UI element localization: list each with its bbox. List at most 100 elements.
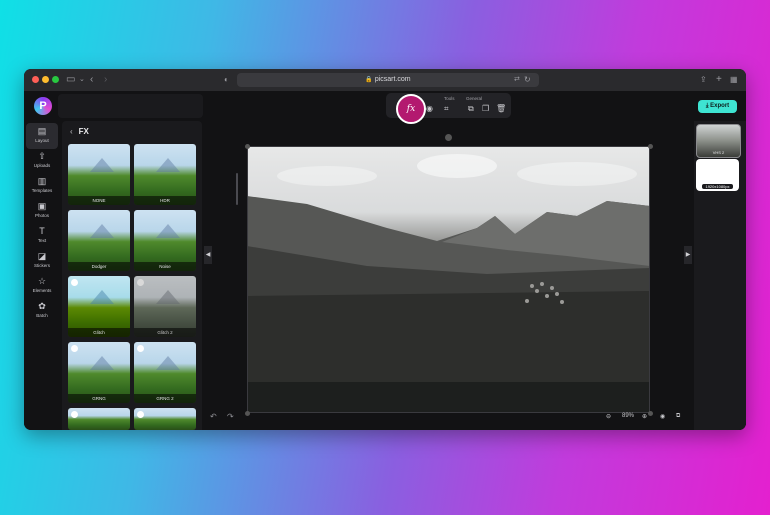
templates-icon: ▥ bbox=[37, 176, 47, 186]
editor-app: P ▤ Layout ⇧ Uploads ▥ Templates ▣ Photo… bbox=[24, 91, 746, 430]
sidebar-item-label: Text bbox=[37, 238, 47, 243]
sidebar-item-label: Templates bbox=[31, 188, 53, 193]
page-size-text: 1920x1080px bbox=[702, 184, 733, 189]
premium-badge-icon bbox=[137, 345, 144, 352]
pages-panel: VHS 2 1920x1080px bbox=[694, 121, 746, 430]
sidebar-item-label: Batch bbox=[36, 313, 48, 318]
star-icon: ☆ bbox=[37, 276, 47, 286]
picsart-logo[interactable]: P bbox=[34, 97, 52, 115]
export-label: Export bbox=[710, 103, 730, 109]
panel-scrollbar[interactable] bbox=[236, 173, 238, 205]
sidebar-item-elements[interactable]: ☆ Elements bbox=[26, 273, 58, 299]
chevron-right-icon[interactable]: › bbox=[104, 73, 107, 87]
sidebar-item-templates[interactable]: ▥ Templates bbox=[26, 173, 58, 199]
sidebar-icon[interactable]: ▭ bbox=[66, 73, 75, 87]
crop-icon[interactable]: ⌗ bbox=[444, 104, 449, 114]
page-label: VHS 2 bbox=[712, 150, 725, 155]
chevron-left-icon[interactable]: ‹ bbox=[90, 73, 93, 87]
thumb-image bbox=[156, 356, 180, 370]
chevron-down-icon[interactable]: ⌄ bbox=[79, 73, 85, 87]
effect-tile-hdr[interactable]: HDR bbox=[134, 144, 196, 205]
resize-handle[interactable] bbox=[245, 144, 250, 149]
maximize-window-button[interactable] bbox=[52, 76, 59, 83]
address-bar[interactable]: 🔒 picsart.com bbox=[237, 73, 539, 87]
undo-icon[interactable]: ↶ bbox=[210, 412, 217, 421]
effect-tile[interactable] bbox=[68, 408, 130, 430]
text-icon: T bbox=[39, 226, 45, 236]
share-icon[interactable]: ⇪ bbox=[700, 73, 707, 87]
browser-window: ▭ ⌄ ‹ › ◐ 🔒 picsart.com ⇄ ↻ ⇪ + ▦ P ▤ Lay… bbox=[24, 69, 746, 430]
effect-label: Noise bbox=[134, 262, 196, 271]
page-size-label: 1920x1080px bbox=[696, 184, 739, 189]
effect-tile-none[interactable]: NONE bbox=[68, 144, 130, 205]
fx-button[interactable]: fx bbox=[396, 94, 426, 124]
resize-handle[interactable] bbox=[245, 411, 250, 416]
rotate-handle[interactable] bbox=[445, 134, 452, 141]
zoom-value[interactable]: 89% bbox=[622, 413, 634, 419]
collapse-left-panel-button[interactable]: ◀ bbox=[204, 246, 212, 264]
copy-icon[interactable]: ❐ bbox=[482, 104, 489, 113]
resize-handle[interactable] bbox=[648, 144, 653, 149]
page-thumbnail-1[interactable]: VHS 2 bbox=[696, 124, 741, 158]
sidebar-item-label: Elements bbox=[32, 288, 52, 293]
panel-header: ‹ FX bbox=[70, 127, 89, 136]
page-thumbnail-2[interactable]: 1920x1080px bbox=[696, 159, 739, 191]
reload-icon[interactable]: ↻ bbox=[524, 73, 531, 87]
eye-icon[interactable]: ◉ bbox=[426, 104, 433, 113]
effect-label: HDR bbox=[134, 196, 196, 205]
trash-icon[interactable]: 🗑 bbox=[496, 104, 506, 113]
sidebar-item-stickers[interactable]: ◪ Stickers bbox=[26, 248, 58, 274]
effect-tile-glitch-2[interactable]: Glitch 2 bbox=[134, 276, 196, 337]
translate-icon[interactable]: ⇄ bbox=[514, 73, 520, 87]
preview-eye-icon[interactable]: ◉ bbox=[660, 413, 665, 420]
tabs-icon[interactable]: ▦ bbox=[730, 73, 738, 87]
general-label: General bbox=[466, 96, 483, 101]
effect-tile-grng-2[interactable]: GRNG 2 bbox=[134, 342, 196, 403]
export-button[interactable]: ⤓ Export bbox=[698, 100, 737, 113]
premium-badge-icon bbox=[71, 279, 78, 286]
layers-icon[interactable]: ⧉ bbox=[676, 413, 680, 420]
project-name-box[interactable] bbox=[58, 94, 203, 118]
thumb-image bbox=[156, 224, 180, 238]
selection-frame bbox=[247, 146, 650, 413]
sidebar-item-label: Photos bbox=[34, 213, 49, 218]
thumb-image bbox=[90, 224, 114, 238]
shield-icon[interactable]: ◐ bbox=[224, 73, 229, 87]
thumb-image bbox=[90, 158, 114, 172]
sidebar-item-photos[interactable]: ▣ Photos bbox=[26, 198, 58, 224]
thumb-image bbox=[90, 290, 114, 304]
lock-icon: 🔒 bbox=[365, 77, 373, 83]
zoom-out-icon[interactable]: ⊖ bbox=[606, 413, 611, 420]
plus-icon[interactable]: + bbox=[716, 73, 722, 87]
effect-label: Glitch 2 bbox=[134, 328, 196, 337]
fx-panel: ‹ FX NONE HDR Dodger Noise Glitch Glitch… bbox=[62, 121, 238, 430]
effect-tile-noise[interactable]: Noise bbox=[134, 210, 196, 271]
download-icon: ⤓ bbox=[705, 103, 709, 109]
effect-tile[interactable] bbox=[134, 408, 196, 430]
minimize-window-button[interactable] bbox=[42, 76, 49, 83]
premium-badge-icon bbox=[71, 411, 78, 418]
sidebar-item-batch[interactable]: ✿ Batch bbox=[26, 298, 58, 324]
sidebar-item-label: Uploads bbox=[33, 163, 51, 168]
sidebar-item-layout[interactable]: ▤ Layout bbox=[26, 123, 58, 149]
effect-label: Glitch bbox=[68, 328, 130, 337]
upload-icon: ⇧ bbox=[38, 151, 46, 161]
zoom-in-icon[interactable]: ⊕ bbox=[642, 413, 647, 420]
effect-tile-glitch[interactable]: Glitch bbox=[68, 276, 130, 337]
redo-icon[interactable]: ↷ bbox=[227, 412, 234, 421]
collapse-right-panel-button[interactable]: ▶ bbox=[684, 246, 692, 264]
effect-label: GRNG bbox=[68, 394, 130, 403]
back-icon[interactable]: ‹ bbox=[70, 127, 73, 136]
premium-badge-icon bbox=[71, 345, 78, 352]
sidebar-item-uploads[interactable]: ⇧ Uploads bbox=[26, 148, 58, 174]
premium-badge-icon bbox=[137, 279, 144, 286]
duplicate-icon[interactable]: ⧉ bbox=[468, 104, 474, 114]
thumb-image bbox=[156, 290, 180, 304]
effect-tile-grng[interactable]: GRNG bbox=[68, 342, 130, 403]
close-window-button[interactable] bbox=[32, 76, 39, 83]
url-text: picsart.com bbox=[374, 76, 411, 83]
tools-label: Tools bbox=[444, 96, 455, 101]
effect-tile-dodger[interactable]: Dodger bbox=[68, 210, 130, 271]
sidebar-item-text[interactable]: T Text bbox=[26, 223, 58, 249]
sidebar-item-label: Layout bbox=[35, 138, 49, 143]
